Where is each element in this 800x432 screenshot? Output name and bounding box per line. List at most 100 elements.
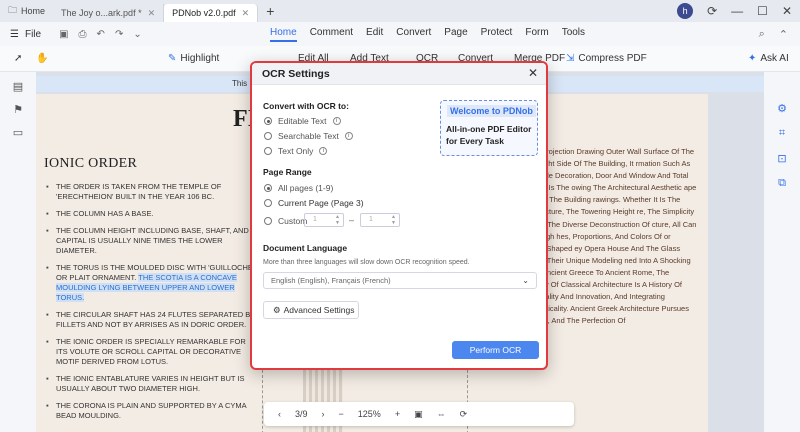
document-tab-active[interactable]: PDNob v2.0.pdf ✕ bbox=[164, 4, 259, 22]
zoom-out-icon[interactable]: − bbox=[339, 409, 344, 419]
dialog-header: OCR Settings ✕ bbox=[252, 63, 546, 85]
perform-ocr-button[interactable]: Perform OCR bbox=[452, 341, 539, 359]
menu-edit[interactable]: Edit bbox=[366, 27, 383, 42]
advanced-settings-button[interactable]: ⚙ Advanced Settings bbox=[263, 301, 359, 319]
radio-icon bbox=[264, 184, 272, 192]
radio-current-page[interactable]: Current Page (Page 3) bbox=[264, 198, 364, 208]
menu-home[interactable]: Home bbox=[270, 27, 297, 42]
avatar[interactable]: h bbox=[677, 3, 694, 19]
zoom-in-icon[interactable]: + bbox=[395, 409, 400, 419]
undo-icon[interactable]: ↶ bbox=[97, 29, 105, 40]
menu-page[interactable]: Page bbox=[444, 27, 467, 42]
fit-width-icon[interactable]: ⇔ bbox=[437, 409, 446, 419]
fit-page-icon[interactable]: ▣ bbox=[414, 409, 423, 420]
ocr-settings-dialog: OCR Settings ✕ Convert with OCR to: Edit… bbox=[250, 61, 548, 370]
main-menu: Home Comment Edit Convert Page Protect F… bbox=[270, 27, 585, 42]
highlighter-icon: ✎ bbox=[168, 53, 177, 64]
close-icon[interactable]: ✕ bbox=[528, 66, 538, 80]
list-item: THE IONIC ORDER IS SPECIALLY REMARKABLE … bbox=[46, 337, 256, 367]
collapse-icon[interactable]: ⌃ bbox=[779, 28, 788, 41]
option-label: All pages (1-9) bbox=[278, 183, 334, 193]
tab-label: PDNob v2.0.pdf bbox=[172, 8, 236, 18]
option-label: Searchable Text bbox=[278, 131, 339, 141]
option-label: Text Only bbox=[278, 146, 314, 156]
close-window-icon[interactable]: ✕ bbox=[782, 4, 792, 18]
new-tab-button[interactable]: + bbox=[266, 3, 274, 19]
redo-icon[interactable]: ↷ bbox=[115, 29, 123, 40]
custom-from-stepper[interactable]: 1 ▲ ▼ bbox=[304, 213, 344, 227]
thumbnails-icon[interactable]: ▤ bbox=[13, 80, 23, 93]
sparkle-icon: ✦ bbox=[748, 53, 757, 64]
rotate-icon[interactable]: ⟳ bbox=[460, 409, 468, 420]
option-label: Current Page (Page 3) bbox=[278, 198, 364, 208]
ocr-side-icon[interactable]: ⊡ bbox=[777, 152, 786, 165]
promo-banner: Welcome to PDNob All-in-one PDF Editor f… bbox=[440, 100, 538, 156]
home-tab[interactable]: 🗀 Home bbox=[0, 0, 53, 22]
file-label: File bbox=[24, 28, 42, 40]
comment-icon[interactable]: ▭ bbox=[13, 126, 23, 139]
radio-icon bbox=[264, 132, 272, 140]
radio-all-pages[interactable]: All pages (1-9) bbox=[264, 183, 333, 193]
menu-convert[interactable]: Convert bbox=[396, 27, 431, 42]
properties-icon[interactable]: ⚙ bbox=[777, 102, 787, 115]
prev-page-icon[interactable]: ‹ bbox=[278, 409, 281, 419]
radio-text-only[interactable]: Text Only i bbox=[264, 146, 328, 156]
select-tool-icon[interactable]: ➚ bbox=[14, 53, 22, 64]
radio-custom[interactable]: Custom bbox=[264, 216, 307, 226]
close-icon[interactable]: ✕ bbox=[148, 8, 156, 19]
advanced-settings-label: Advanced Settings bbox=[283, 305, 355, 315]
minimize-icon[interactable]: — bbox=[731, 4, 743, 18]
list-item: THE IONIC ENTABLATURE VARIES IN HEIGHT B… bbox=[46, 374, 256, 394]
radio-icon bbox=[264, 217, 272, 225]
compress-icon: ⇲ bbox=[566, 53, 575, 64]
hand-tool-icon[interactable]: ✋ bbox=[36, 53, 48, 64]
close-icon[interactable]: ✕ bbox=[242, 8, 250, 19]
promo-line: All-in-one PDF Editor bbox=[446, 124, 532, 134]
custom-to-stepper[interactable]: 1 ▲ ▼ bbox=[360, 213, 400, 227]
zoom-level[interactable]: 125% bbox=[358, 409, 381, 419]
radio-icon bbox=[264, 147, 272, 155]
ask-ai-button[interactable]: ✦ Ask AI bbox=[748, 53, 789, 64]
scan-icon[interactable]: ⌗ bbox=[779, 127, 785, 140]
info-icon[interactable]: i bbox=[332, 117, 341, 125]
radio-searchable-text[interactable]: Searchable Text i bbox=[264, 131, 353, 141]
compare-icon[interactable]: ⧉ bbox=[778, 177, 786, 190]
save-icon[interactable]: ▣ bbox=[59, 29, 68, 40]
menu-protect[interactable]: Protect bbox=[481, 27, 513, 42]
promo-title: Welcome to PDNob bbox=[447, 105, 536, 117]
list-item: THE CIRCULAR SHAFT HAS 24 FLUTES SEPARAT… bbox=[46, 310, 256, 330]
search-icon[interactable]: ⌕ bbox=[759, 28, 765, 41]
title-bar: 🗀 Home The Joy o...ark.pdf * ✕ PDNob v2.… bbox=[0, 0, 800, 22]
maximize-icon[interactable]: ☐ bbox=[757, 4, 768, 18]
info-icon[interactable]: i bbox=[344, 132, 353, 140]
list-item: THE COLUMN HEIGHT INCLUDING BASE, SHAFT,… bbox=[46, 226, 256, 256]
radio-icon bbox=[264, 117, 272, 125]
bullet-list: THE ORDER IS TAKEN FROM THE TEMPLE OF 'E… bbox=[46, 182, 256, 428]
folder-icon: 🗀 bbox=[8, 5, 18, 15]
menu-tools[interactable]: Tools bbox=[562, 27, 585, 42]
menu-form[interactable]: Form bbox=[525, 27, 548, 42]
print-icon[interactable]: ⎙ bbox=[79, 29, 87, 40]
chevron-down-icon: ⌄ bbox=[522, 276, 529, 285]
file-menu[interactable]: ☰ File bbox=[0, 29, 41, 40]
page-indicator[interactable]: 3/9 bbox=[295, 409, 308, 419]
ask-ai-label: Ask AI bbox=[760, 53, 789, 64]
language-select[interactable]: English (English), Français (French) ⌄ bbox=[263, 272, 537, 289]
radio-icon bbox=[264, 199, 272, 207]
menu-bar: ☰ File ▣ ⎙ ↶ ↷ ⌄ Home Comment Edit Conve… bbox=[0, 22, 800, 46]
compress-pdf-label: Compress PDF bbox=[578, 53, 647, 64]
next-page-icon[interactable]: › bbox=[322, 409, 325, 419]
left-sidebar: ▤ ⚑ ▭ bbox=[0, 72, 36, 432]
chevron-down-icon[interactable]: ⌄ bbox=[133, 29, 141, 40]
menu-comment[interactable]: Comment bbox=[310, 27, 353, 42]
headset-icon[interactable]: ⟳ bbox=[707, 4, 717, 18]
compress-pdf-button[interactable]: ⇲ Compress PDF bbox=[566, 53, 647, 64]
highlight-button[interactable]: ✎ Highlight bbox=[168, 53, 219, 64]
list-item: THE CORONA IS PLAIN AND SUPPORTED BY A C… bbox=[46, 401, 256, 421]
radio-editable-text[interactable]: Editable Text i bbox=[264, 116, 341, 126]
bookmark-icon[interactable]: ⚑ bbox=[13, 103, 23, 116]
tab-label: The Joy o...ark.pdf * bbox=[61, 8, 142, 18]
info-icon[interactable]: i bbox=[319, 147, 328, 155]
document-tab[interactable]: The Joy o...ark.pdf * ✕ bbox=[53, 4, 165, 22]
promo-line: for Every Task bbox=[446, 136, 504, 146]
